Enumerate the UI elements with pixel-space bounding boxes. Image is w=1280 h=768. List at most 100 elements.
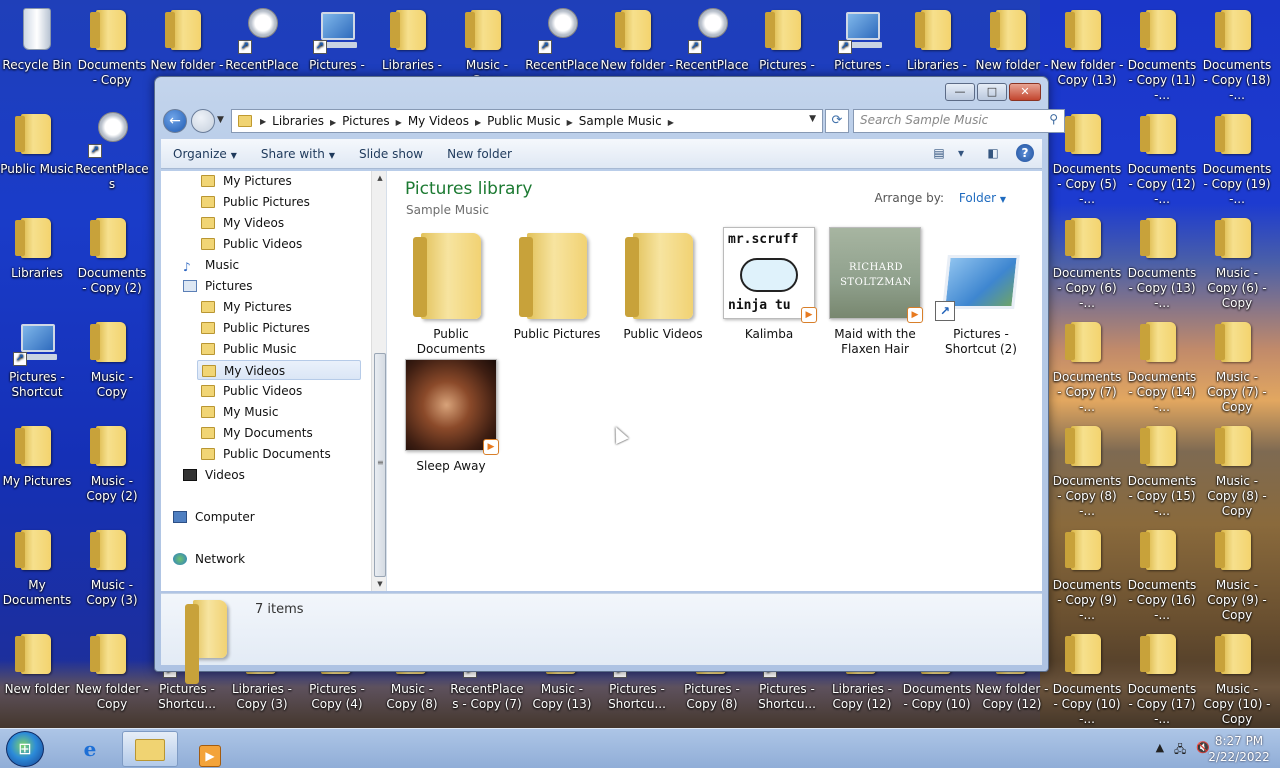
slide-show-button[interactable]: Slide show	[347, 147, 435, 161]
breadcrumb-separator-icon[interactable]: ▶	[567, 118, 573, 127]
file-item[interactable]: ↗ Pictures - Shortcut (2)	[929, 227, 1033, 357]
desktop-icon[interactable]: Documents - Copy (8) -...	[1050, 416, 1124, 520]
nav-tree-item[interactable]: Pictures	[179, 276, 361, 296]
desktop-icon[interactable]: My Documents	[0, 520, 74, 624]
clock[interactable]: 8:27 PM 2/22/2022	[1206, 733, 1272, 765]
nav-tree-item[interactable]: ♪ Music	[179, 255, 361, 275]
desktop-icon[interactable]: ↗ Pictures - Shortcut	[0, 312, 74, 416]
nav-tree-item[interactable]: Public Videos	[197, 381, 361, 401]
desktop-icon[interactable]: Documents - Copy (14) -...	[1125, 312, 1199, 416]
desktop-icon[interactable]: Documents - Copy (13) -...	[1125, 208, 1199, 312]
desktop-icon[interactable]: Music - Copy	[75, 312, 149, 416]
nav-pane-scrollbar[interactable]: ▲ ≡ ▼	[371, 171, 386, 591]
desktop-icon[interactable]: Documents - Copy (11) -...	[1125, 0, 1199, 104]
nav-tree-item[interactable]: My Documents	[197, 423, 361, 443]
desktop-icon[interactable]: Documents - Copy (19) -...	[1200, 104, 1274, 208]
desktop-icon[interactable]: Documents - Copy (18) -...	[1200, 0, 1274, 104]
nav-tree-item[interactable]: Videos	[179, 465, 361, 485]
desktop-icon[interactable]: Music - Copy (10) - Copy	[1200, 624, 1274, 728]
desktop-icon[interactable]: Documents - Copy	[75, 0, 149, 104]
breadcrumb-item[interactable]: Libraries	[272, 114, 324, 128]
breadcrumb-separator-icon[interactable]: ▶	[668, 118, 674, 127]
desktop-icon[interactable]: Music - Copy (7) - Copy	[1200, 312, 1274, 416]
desktop-icon[interactable]: Documents - Copy (15) -...	[1125, 416, 1199, 520]
search-input[interactable]: Search Sample Music ⚲	[853, 109, 1065, 133]
nav-tree-item[interactable]: Network	[169, 549, 361, 569]
desktop-icon[interactable]: Documents - Copy (7) -...	[1050, 312, 1124, 416]
recent-pages-dropdown-icon[interactable]: ▼	[217, 115, 224, 125]
breadcrumb-item[interactable]: Public Music	[487, 114, 560, 128]
desktop-icon[interactable]: Documents - Copy (12) -...	[1125, 104, 1199, 208]
windows-explorer-taskbar-button[interactable]	[122, 731, 178, 767]
change-view-icon[interactable]: ▤	[930, 144, 948, 162]
desktop-icon[interactable]: Public Music	[0, 104, 74, 208]
nav-tree-item[interactable]: Public Pictures	[197, 318, 361, 338]
show-hidden-icons-icon[interactable]: ▲	[1156, 741, 1164, 760]
forward-button[interactable]	[191, 109, 215, 133]
file-item[interactable]: Public Pictures	[505, 227, 609, 342]
scroll-up-arrow-icon[interactable]: ▲	[372, 171, 386, 185]
nav-tree-item[interactable]: Public Documents	[197, 444, 361, 464]
scroll-down-arrow-icon[interactable]: ▼	[372, 577, 386, 591]
minimize-button[interactable]: —	[945, 83, 975, 101]
breadcrumb-separator-icon[interactable]: ▶	[475, 118, 481, 127]
maximize-button[interactable]: □	[977, 83, 1007, 101]
desktop-icon[interactable]: Music - Copy (2)	[75, 416, 149, 520]
back-button[interactable]: ←	[163, 109, 187, 133]
desktop-icon[interactable]: Documents - Copy (6) -...	[1050, 208, 1124, 312]
nav-tree-item[interactable]: My Videos	[197, 213, 361, 233]
close-button[interactable]: ✕	[1009, 83, 1041, 101]
internet-explorer-taskbar-button[interactable]: e	[62, 731, 118, 767]
nav-tree-item[interactable]: My Pictures	[197, 171, 361, 191]
nav-tree-item[interactable]: My Videos	[197, 360, 361, 380]
breadcrumb-item[interactable]: Sample Music	[579, 114, 662, 128]
view-options-dropdown-icon[interactable]: ▾	[952, 144, 970, 162]
help-icon[interactable]: ?	[1016, 144, 1034, 162]
desktop-icon[interactable]: My Pictures	[0, 416, 74, 520]
desktop-icon[interactable]: New folder - Copy (13)	[1050, 0, 1124, 104]
breadcrumb-item[interactable]: My Videos	[408, 114, 469, 128]
desktop-icon[interactable]: Documents - Copy (9) -...	[1050, 520, 1124, 624]
explorer-window[interactable]: — □ ✕ ← ▼ ▶ Libraries ▶ Pictures ▶ My Videos…	[154, 76, 1065, 684]
nav-tree-item[interactable]: My Music	[197, 402, 361, 422]
file-item[interactable]: ▶ Sleep Away	[399, 359, 503, 474]
breadcrumb-item[interactable]: Pictures	[342, 114, 390, 128]
file-item[interactable]: Public Videos	[611, 227, 715, 342]
desktop-icon[interactable]: New folder	[0, 624, 74, 728]
scrollbar-thumb[interactable]: ≡	[374, 353, 386, 577]
media-player-taskbar-button[interactable]: ▶	[182, 731, 238, 767]
organize-menu[interactable]: Organize ▼	[161, 147, 249, 161]
desktop-icon[interactable]: Documents - Copy (10) -...	[1050, 624, 1124, 728]
nav-tree-item[interactable]: Public Music	[197, 339, 361, 359]
file-item[interactable]: RICHARD STOLTZMAN ▶ Maid with the Flaxen H…	[823, 227, 927, 357]
desktop-icon[interactable]: Documents - Copy (17) -...	[1125, 624, 1199, 728]
desktop-icon[interactable]: Music - Copy (9) - Copy	[1200, 520, 1274, 624]
desktop-icon[interactable]: Music - Copy (6) - Copy	[1200, 208, 1274, 312]
address-history-dropdown-icon[interactable]: ▼	[809, 114, 816, 124]
desktop-icon[interactable]: Recycle Bin	[0, 0, 74, 104]
nav-tree-item[interactable]: My Pictures	[197, 297, 361, 317]
desktop-icon[interactable]: New folder - Copy	[75, 624, 149, 728]
desktop-icon[interactable]: ↗ RecentPlaces	[75, 104, 149, 208]
breadcrumb-separator-icon[interactable]: ▶	[396, 118, 402, 127]
preview-pane-icon[interactable]: ◧	[984, 144, 1002, 162]
desktop-icon[interactable]: Documents - Copy (2)	[75, 208, 149, 312]
address-bar[interactable]: ▶ Libraries ▶ Pictures ▶ My Videos ▶ Public Mu…	[231, 109, 823, 133]
nav-tree-item[interactable]: Public Videos	[197, 234, 361, 254]
breadcrumb-separator-icon[interactable]: ▶	[260, 117, 266, 126]
new-folder-button[interactable]: New folder	[435, 147, 524, 161]
share-with-menu[interactable]: Share with ▼	[249, 147, 347, 161]
file-item[interactable]: Public Documents	[399, 227, 503, 357]
nav-tree-item[interactable]: Public Pictures	[197, 192, 361, 212]
refresh-button[interactable]: ⟳	[825, 109, 849, 133]
search-icon[interactable]: ⚲	[1049, 112, 1058, 126]
desktop-icon[interactable]: Music - Copy (8) - Copy	[1200, 416, 1274, 520]
desktop-icon[interactable]: Documents - Copy (16) -...	[1125, 520, 1199, 624]
desktop-icon[interactable]: Libraries	[0, 208, 74, 312]
network-icon[interactable]: 🖧	[1174, 741, 1186, 760]
nav-tree-item[interactable]: Computer	[169, 507, 361, 527]
breadcrumb-separator-icon[interactable]: ▶	[330, 118, 336, 127]
desktop-icon[interactable]: Music - Copy (3)	[75, 520, 149, 624]
file-item[interactable]: mr.scruff ninja tu ▶ Kalimba	[717, 227, 821, 342]
start-button[interactable]: ⊞	[6, 731, 44, 767]
